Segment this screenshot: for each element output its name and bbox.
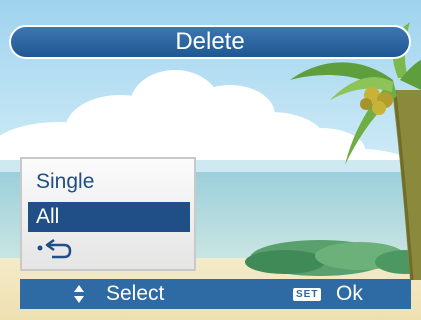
delete-options-menu: Single All (20, 157, 196, 271)
set-button-badge: SET (293, 288, 322, 301)
menu-item-return[interactable] (28, 235, 190, 265)
menu-item-label: Single (36, 170, 95, 193)
menu-item-all[interactable]: All (28, 202, 190, 232)
menu-item-single[interactable]: Single (28, 167, 190, 197)
page-title: Delete (175, 28, 245, 55)
title-bar: Delete (9, 25, 411, 59)
camera-screen: Delete Single All Select SET Ok (0, 0, 421, 320)
return-back-icon (37, 238, 72, 259)
menu-item-label: All (36, 205, 60, 228)
status-bar: Select SET Ok (20, 279, 411, 309)
select-hint-label: Select (106, 282, 165, 305)
ok-hint-label: Ok (336, 282, 363, 305)
up-down-arrow-icon (74, 285, 84, 303)
